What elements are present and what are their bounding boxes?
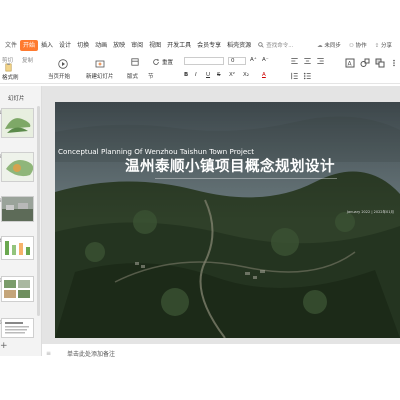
thumbnail-photos-image (2, 277, 33, 301)
title-divider (155, 178, 337, 179)
search-icon (258, 42, 264, 48)
grow-font-button[interactable]: A⁺ (250, 57, 257, 63)
bullets-icon[interactable] (303, 72, 312, 80)
tab-slides[interactable]: 幻灯片 (8, 94, 25, 102)
layout-button[interactable]: 版式 (127, 72, 138, 80)
slide-thumbnail-2[interactable] (1, 152, 34, 182)
bold-button[interactable]: B (184, 72, 188, 78)
thumbnail-number-2: 2 (0, 154, 2, 159)
collaborate-button[interactable]: ⚇ 协作 (349, 41, 367, 49)
thumbnail-number-1: 1 (0, 110, 2, 115)
italic-button[interactable]: I (195, 72, 197, 78)
thumbnail-map-image (2, 109, 33, 137)
command-search[interactable]: 查找命令... (258, 41, 293, 49)
shrink-font-button[interactable]: A⁻ (262, 57, 269, 63)
thumbnail-number-6: 6 (0, 320, 2, 325)
new-slide-button[interactable]: 新建幻灯片 (86, 72, 114, 80)
ribbon: 剪切 格式刷 复制 当页开始 新建幻灯片 版式 节 重置 0 A⁺ A⁻ B I… (0, 54, 400, 84)
shapes-icon[interactable] (360, 58, 370, 68)
font-size-field[interactable]: 0 (228, 57, 246, 65)
thumbnail-number-3: 3 (0, 198, 2, 203)
menu-tab-slideshow[interactable]: 放映 (110, 40, 128, 51)
menu-tab-home[interactable]: 开始 (20, 39, 39, 51)
aerial-landscape-image (55, 102, 400, 338)
more-icon[interactable] (390, 58, 398, 68)
thumbnail-photo-image (2, 197, 33, 221)
align-right-icon[interactable] (316, 57, 325, 65)
play-icon[interactable] (58, 59, 68, 69)
thumbnail-number-5: 5 (0, 278, 2, 283)
underline-button[interactable]: U (206, 72, 210, 78)
thumbnail-map-image (2, 153, 34, 181)
menu-tab-review[interactable]: 审阅 (128, 40, 146, 51)
slide[interactable]: Conceptual Planning Of Wenzhou Taishun T… (55, 102, 400, 338)
play-from-current-button[interactable]: 当页开始 (48, 72, 70, 80)
svg-text:A: A (348, 61, 353, 68)
format-painter-button[interactable]: 格式刷 (2, 73, 19, 81)
search-placeholder: 查找命令... (266, 43, 294, 49)
thumbnail-scrollbar[interactable] (37, 106, 40, 316)
menu-tab-insert[interactable]: 插入 (38, 40, 56, 51)
arrange-icon[interactable] (375, 58, 385, 68)
menu-tab-transitions[interactable]: 切换 (74, 40, 92, 51)
collaborate-label: 协作 (355, 43, 367, 49)
line-spacing-icon[interactable] (290, 72, 299, 80)
slide-thumbnail-panel: 幻灯片 1 2 3 4 5 6 + (0, 86, 42, 356)
slide-thumbnail-3[interactable] (1, 196, 34, 222)
slide-canvas: Conceptual Planning Of Wenzhou Taishun T… (42, 86, 400, 344)
reset-button[interactable]: 重置 (162, 58, 173, 66)
sync-label: 未同步 (324, 43, 341, 49)
thumbnail-chart-image (2, 237, 33, 259)
thumbnail-text-image (2, 319, 33, 337)
slide-title: 温州泰顺小镇项目概念规划设计 (125, 159, 335, 175)
slide-thumbnail-5[interactable] (1, 276, 34, 302)
align-left-icon[interactable] (290, 57, 299, 65)
menu-tab-member[interactable]: 会员专享 (194, 40, 224, 51)
menu-file[interactable]: 文件 (2, 40, 20, 51)
menu-tab-view[interactable]: 视图 (146, 40, 164, 51)
menu-bar: 文件 开始 插入 设计 切换 动画 放映 审阅 视图 开发工具 会员专享 稻壳资… (0, 38, 400, 52)
superscript-button[interactable]: X² (229, 72, 235, 78)
font-color-button[interactable]: A (262, 72, 266, 78)
slide-thumbnail-4[interactable] (1, 236, 34, 260)
reset-icon (153, 58, 160, 65)
menu-tab-design[interactable]: 设计 (56, 40, 74, 51)
grip-icon: ≡ (46, 349, 52, 357)
paste-icon[interactable] (4, 63, 13, 72)
thumbnail-number-4: 4 (0, 238, 2, 243)
people-icon: ⚇ (348, 43, 354, 49)
slide-thumbnail-1[interactable] (1, 108, 34, 138)
add-slide-button[interactable]: + (0, 341, 8, 351)
subscript-button[interactable]: X₂ (243, 72, 249, 78)
notes-placeholder: 单击此处添加备注 (67, 350, 116, 358)
font-name-field[interactable] (184, 57, 224, 65)
sync-status[interactable]: ☁ 未同步 (317, 41, 341, 49)
layout-icon (131, 58, 139, 66)
menu-tab-developer[interactable]: 开发工具 (164, 40, 194, 51)
new-slide-icon[interactable] (95, 59, 105, 69)
align-center-icon[interactable] (303, 57, 312, 65)
notes-bar[interactable]: ≡ 单击此处添加备注 (42, 345, 400, 361)
share-label: 分享 (380, 43, 392, 49)
section-button[interactable]: 节 (148, 72, 154, 80)
share-icon: ⇪ (374, 43, 380, 49)
strikethrough-button[interactable]: S (217, 72, 221, 78)
cloud-icon: ☁ (317, 43, 323, 49)
share-button[interactable]: ⇪ 分享 (375, 41, 392, 49)
copy-button[interactable]: 复制 (22, 56, 33, 64)
slide-date: January 2022 | 2022年01月 (346, 210, 394, 214)
slide-thumbnail-6[interactable] (1, 318, 34, 338)
menu-tab-docer[interactable]: 稻壳资源 (224, 40, 254, 51)
text-box-icon[interactable]: A (345, 58, 355, 68)
font-size-value: 0 (231, 58, 235, 64)
menu-tab-animations[interactable]: 动画 (92, 40, 110, 51)
